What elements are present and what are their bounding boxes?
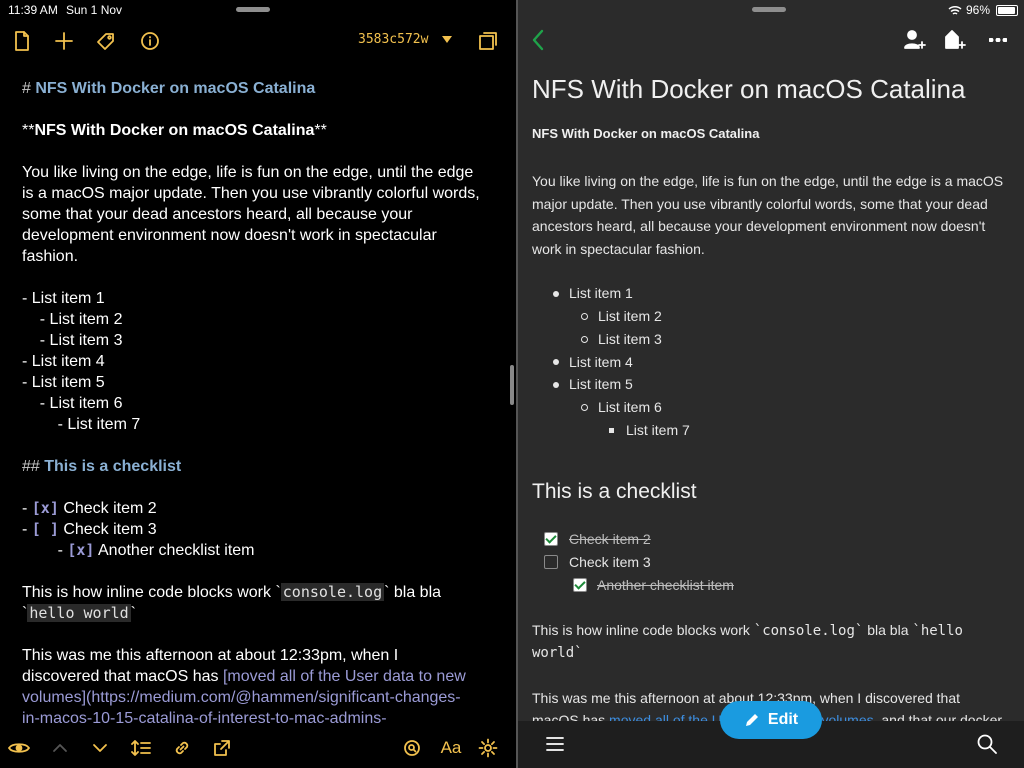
add-tag-icon[interactable] [942,28,968,52]
list-item: List item 1 [569,285,633,301]
pencil-icon [744,712,760,728]
add-icon[interactable] [52,29,76,53]
search-icon[interactable] [402,738,422,758]
list-item: List item 6 [598,399,662,415]
editor-h2: ## This is a checklist [22,458,182,475]
chevron-up-icon[interactable] [50,738,70,758]
list-item: List item 4 [569,354,633,370]
check-item: Check item 3 [569,554,651,570]
editor-check-line: - [x] Another checklist item [22,541,255,559]
list-item: List item 2 [598,308,662,324]
search-icon[interactable] [976,733,998,755]
multitask-grabber[interactable] [236,7,270,12]
bullet [553,359,559,365]
bullet [553,291,559,297]
add-person-icon[interactable] [902,28,928,52]
editor-code-line: This is how inline code blocks work ` con… [22,583,442,601]
editor-list-line: - List item 6 [22,395,123,412]
editor-list-line: - List item 1 [22,290,105,307]
editor-list-line: - List item 5 [22,374,105,391]
editor-bottom-toolbar: Aa [0,728,516,768]
wifi-icon [948,3,962,15]
split-view-icon[interactable] [476,29,500,53]
editor-list-line: - List item 4 [22,353,105,370]
editor-para-line: fashion. [22,248,79,265]
bullet [609,428,614,433]
editor-link-line: in-macos-10-15-catalina-of-interest-to-m… [22,710,387,727]
bullet [581,404,588,411]
link-icon[interactable] [172,738,192,758]
preview-code-line: world` [532,645,583,661]
checkbox-checked[interactable] [573,578,587,592]
editor-h1: # NFS With Docker on macOS Catalina [22,80,316,97]
edit-label: Edit [767,711,799,728]
list-item: List item 5 [569,376,633,392]
editor-check-line: - [x] Check item 2 [22,499,157,517]
file-icon[interactable] [10,29,34,53]
markdown-editor[interactable]: # NFS With Docker on macOS Catalina **NF… [22,78,497,729]
check-item: Check item 2 [569,531,651,547]
editor-bold-line: **NFS With Docker on macOS Catalina** [22,122,327,139]
editor-pane: 11:39 AM Sun 1 Nov 3583c572w # NFS With … [0,0,516,768]
checkbox-checked[interactable] [544,532,558,546]
battery-icon [996,5,1018,16]
share-icon[interactable] [212,738,232,758]
editor-para-line: This was me this afternoon at about 12:3… [22,647,399,664]
multitask-grabber[interactable] [752,7,786,12]
editor-list-line: - List item 7 [22,416,141,433]
editor-code-line: ` hello world ` [22,604,136,622]
status-date: Sun 1 Nov [66,3,123,17]
eye-icon[interactable] [8,738,30,758]
preview-h2: This is a checklist [532,480,697,503]
edit-button[interactable]: Edit [720,701,822,739]
chevron-down-icon[interactable] [90,738,110,758]
preview-bold: NFS With Docker on macOS Catalina [532,126,760,141]
editor-list-line: - List item 3 [22,332,123,349]
list-item: List item 3 [598,331,662,347]
sort-lines-icon[interactable] [130,738,152,758]
editor-list-line: - List item 2 [22,311,123,328]
editor-para-line: You like living on the edge, life is fun… [22,164,474,181]
preview-paragraph: You like living on the edge, life is fun… [532,173,1004,257]
list-item: List item 7 [626,422,690,438]
battery-percent: 96% [966,3,991,17]
editor-check-line: - [ ] Check item 3 [22,520,157,538]
status-time: 11:39 AM [8,3,58,17]
editor-para-line: discovered that macOS has [moved all of … [22,668,466,685]
preview-code-line: This is how inline code blocks work `con… [532,622,963,639]
check-item: Another checklist item [597,577,734,593]
tag-icon[interactable] [94,29,118,53]
bullet [581,336,588,343]
gear-icon[interactable] [478,738,498,758]
checkbox-unchecked[interactable] [544,555,558,569]
editor-para-line: is a macOS major update. Then you use vi… [22,185,480,202]
commit-hash: 3583c572w [358,32,429,47]
preview-title: NFS With Docker on macOS Catalina [532,74,966,104]
editor-scrollbar[interactable] [510,365,514,405]
font-size-icon[interactable]: Aa [438,737,464,759]
info-icon[interactable] [138,29,162,53]
editor-para-line: development environment now doesn't work… [22,227,437,244]
more-icon[interactable] [986,28,1010,52]
editor-link-line: volumes](https://medium.com/@hammen/sign… [22,689,461,706]
back-chevron-icon[interactable] [526,28,550,52]
editor-para-line: some that your dead ancestors heard, all… [22,206,413,223]
bullet [581,313,588,320]
bullet [553,382,559,388]
battery-fill [998,7,1015,14]
menu-icon[interactable] [544,734,566,754]
caret-down-icon [442,36,453,43]
commit-selector[interactable]: 3583c572w [358,32,453,47]
